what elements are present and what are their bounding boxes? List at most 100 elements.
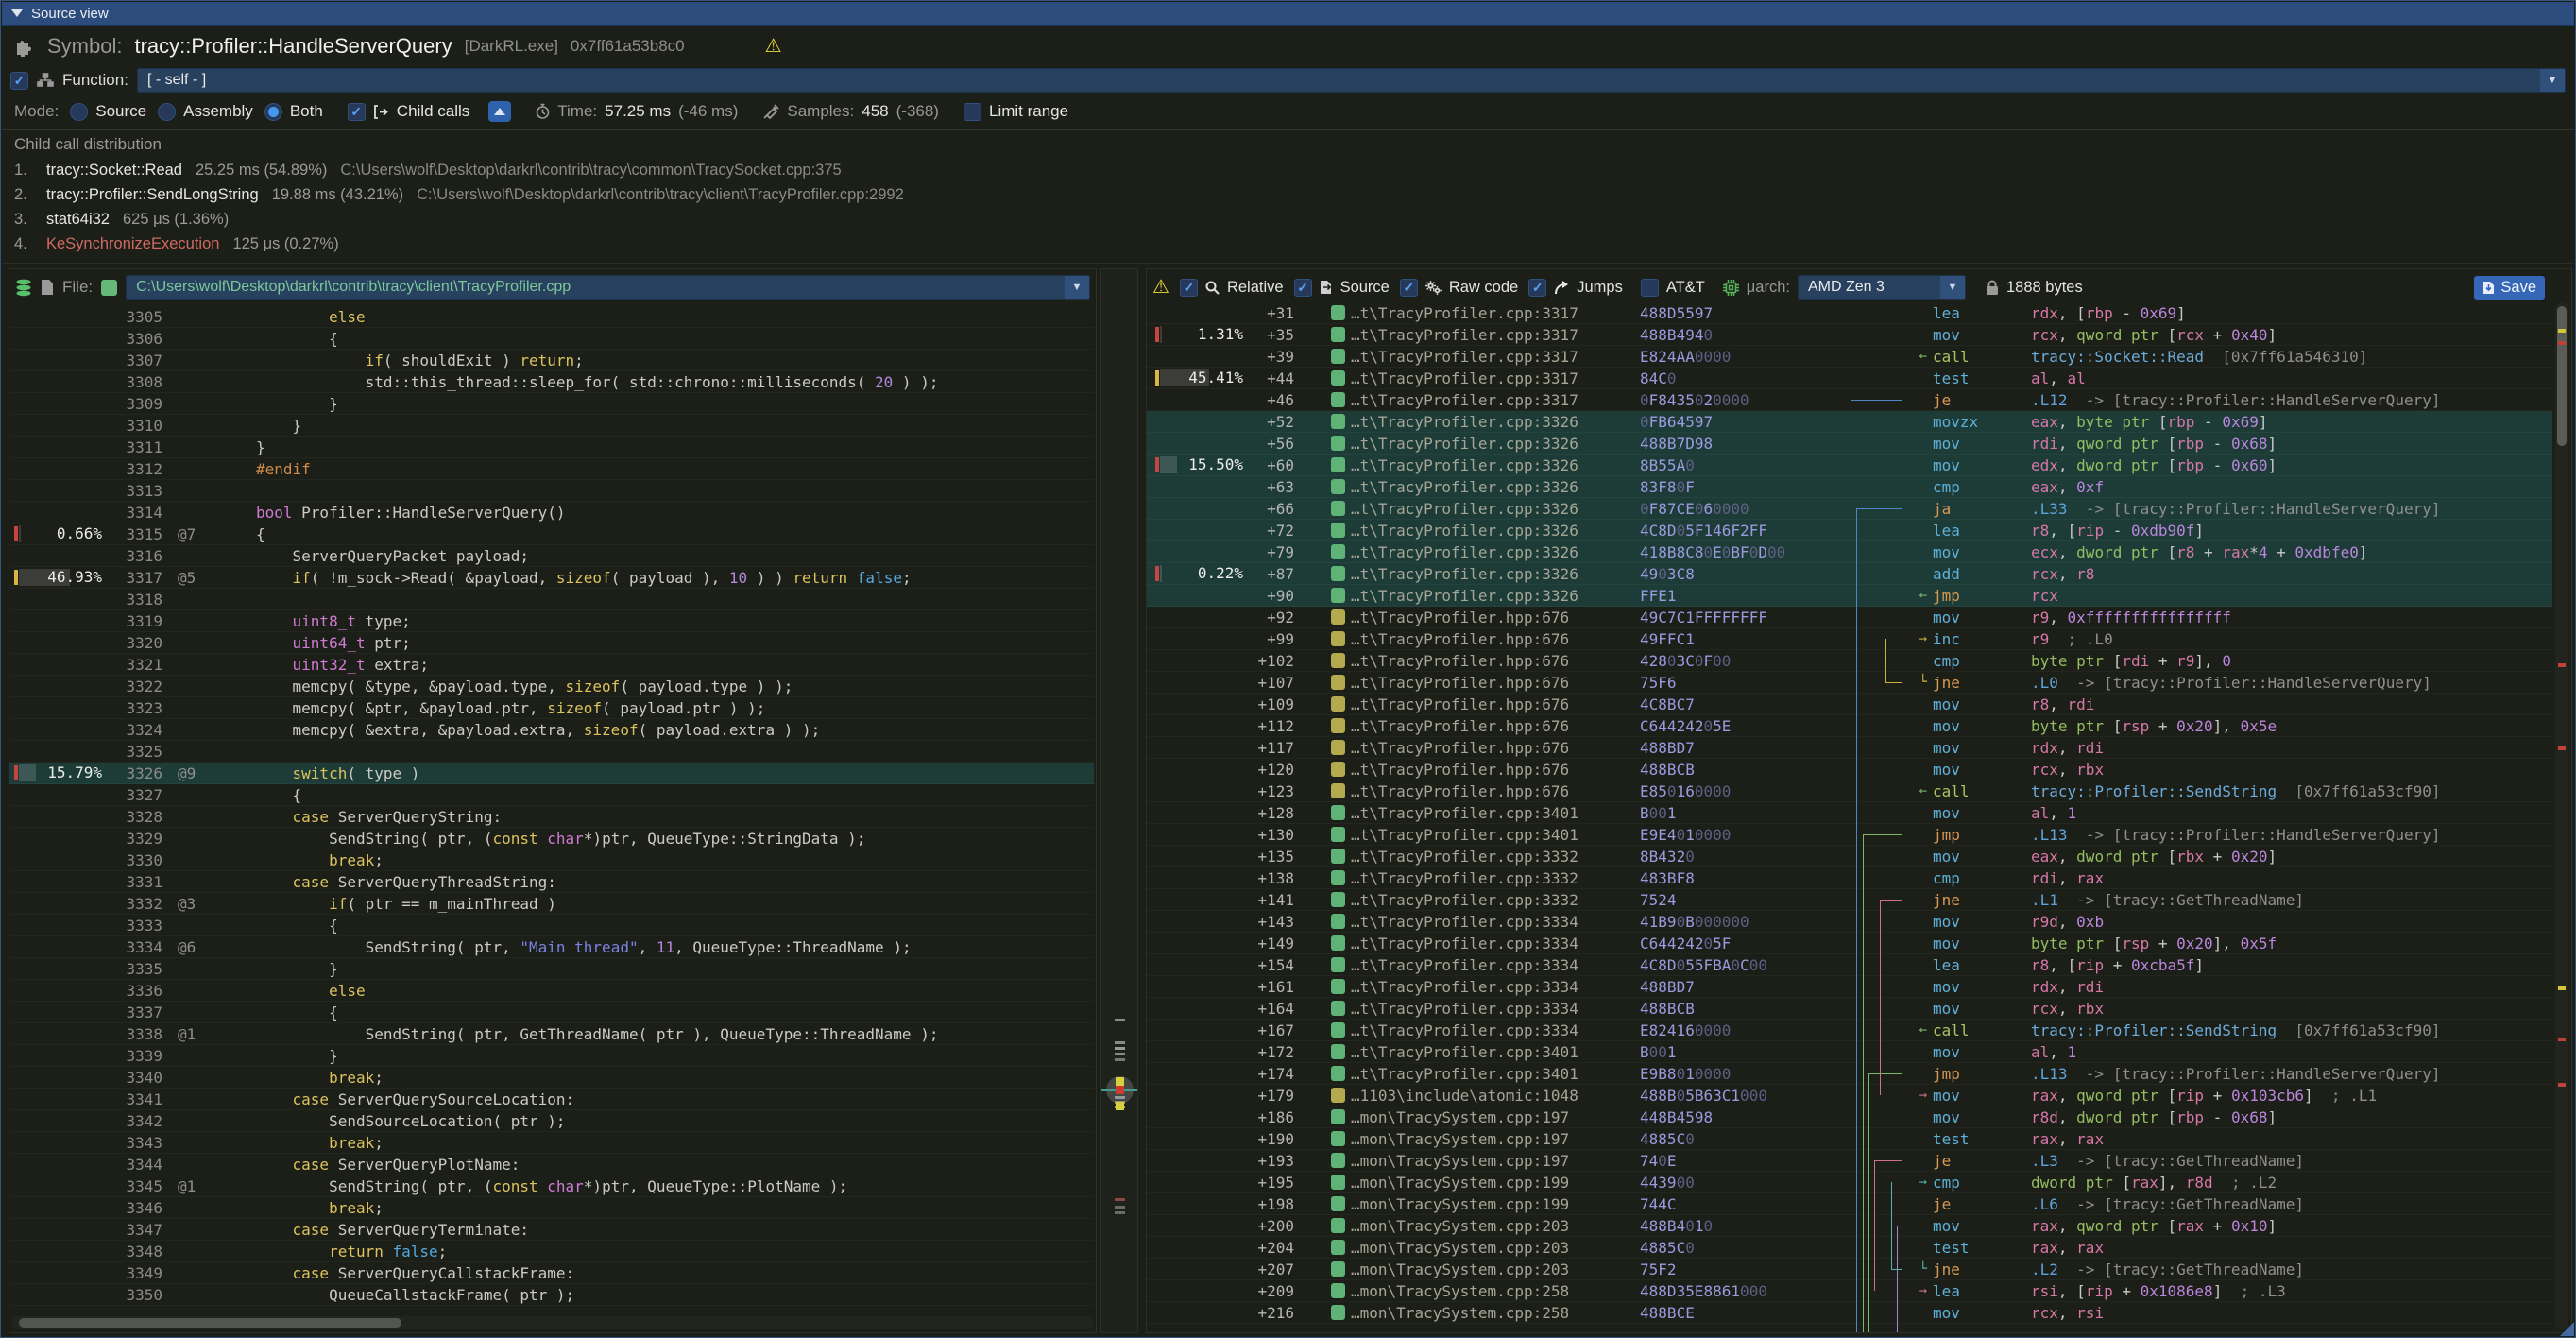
source-line[interactable]: 3345@1 SendString( ptr, (const char*)ptr… [9, 1175, 1094, 1197]
source-line[interactable]: 3323 memcpy( &ptr, &payload.ptr, sizeof(… [9, 697, 1094, 719]
asm-row[interactable]: +66…t\TracyProfiler.cpp:33260F87CE060000… [1147, 498, 2552, 520]
checkbox-icon[interactable]: ✓ [1400, 279, 1418, 297]
function-select[interactable]: [ - self - ] ▼ [137, 68, 2566, 93]
chevron-down-icon[interactable]: ▼ [2540, 69, 2565, 92]
source-line[interactable]: 3316 ServerQueryPacket payload; [9, 545, 1094, 567]
asm-row[interactable]: 45.41%+44…t\TracyProfiler.cpp:331784C0te… [1147, 368, 2552, 389]
scrollbar-thumb[interactable] [2557, 306, 2567, 446]
asm-row[interactable]: +167…t\TracyProfiler.cpp:3334E824160000←… [1147, 1020, 2552, 1041]
asm-row[interactable]: +102…t\TracyProfiler.hpp:67642803C0F00cm… [1147, 650, 2552, 672]
asm-row[interactable]: +109…t\TracyProfiler.hpp:6764C8BC7movr8,… [1147, 694, 2552, 715]
function-checkbox[interactable]: ✓ [10, 72, 28, 90]
asm-row[interactable]: +204…mon\TracySystem.cpp:2034885C0testra… [1147, 1237, 2552, 1259]
save-button[interactable]: Save [2474, 276, 2545, 300]
asm-row[interactable]: +72…t\TracyProfiler.cpp:33264C8D05F146F2… [1147, 520, 2552, 541]
raw-code-checkbox[interactable]: ✓ Raw code [1400, 279, 1518, 297]
asm-row[interactable]: +209…mon\TracySystem.cpp:258488D35E88610… [1147, 1280, 2552, 1302]
source-line[interactable]: 3334@6 SendString( ptr, "Main thread", 1… [9, 936, 1094, 958]
source-line[interactable]: 3314bool Profiler::HandleServerQuery() [9, 502, 1094, 523]
source-line[interactable]: 3312#endif [9, 458, 1094, 480]
source-line[interactable]: 3322 memcpy( &type, &payload.type, sizeo… [9, 676, 1094, 697]
asm-row[interactable]: +161…t\TracyProfiler.cpp:3334488BD7movrd… [1147, 976, 2552, 998]
source-line[interactable]: 3309 } [9, 393, 1094, 415]
asm-row[interactable]: +63…t\TracyProfiler.cpp:332683F80Fcmpeax… [1147, 476, 2552, 498]
source-line[interactable]: 3310 } [9, 415, 1094, 437]
source-line[interactable]: 3333 { [9, 915, 1094, 936]
asm-row[interactable]: +193…mon\TracySystem.cpp:197740Eje.L3 ->… [1147, 1150, 2552, 1172]
asm-row[interactable]: 0.22%+87…t\TracyProfiler.cpp:33264903C8a… [1147, 563, 2552, 585]
source-line[interactable]: 3307 if( shouldExit ) return; [9, 350, 1094, 371]
horizontal-scrollbar[interactable] [11, 1316, 1094, 1329]
asm-row[interactable]: +141…t\TracyProfiler.cpp:33327524jne.L1 … [1147, 889, 2552, 911]
source-line[interactable]: 3342 SendSourceLocation( ptr ); [9, 1110, 1094, 1132]
source-line[interactable]: 3321 uint32_t extra; [9, 654, 1094, 676]
asm-row[interactable]: +46…t\TracyProfiler.cpp:33170F8435020000… [1147, 389, 2552, 411]
resize-grip[interactable] [2560, 1322, 2574, 1336]
asm-row[interactable]: +123…t\TracyProfiler.hpp:676E850160000←c… [1147, 780, 2552, 802]
asm-row[interactable]: +207…mon\TracySystem.cpp:20375F2└jne.L2 … [1147, 1259, 2552, 1280]
source-line[interactable]: 46.93%3317@5 if( !m_sock->Read( &payload… [9, 567, 1094, 589]
limit-range-checkbox[interactable]: ✓ Limit range [964, 102, 1068, 121]
asm-row[interactable]: +79…t\TracyProfiler.cpp:3326418B8C80E0BF… [1147, 541, 2552, 563]
asm-row[interactable]: +117…t\TracyProfiler.hpp:676488BD7movrdx… [1147, 737, 2552, 759]
chevron-down-icon[interactable]: ▼ [1940, 276, 1965, 299]
source-line[interactable]: 3336 else [9, 980, 1094, 1002]
checkbox-icon[interactable]: ✓ [1180, 279, 1198, 297]
scrollbar-thumb[interactable] [19, 1318, 401, 1328]
source-line[interactable]: 3330 break; [9, 849, 1094, 871]
source-line[interactable]: 3329 SendString( ptr, (const char*)ptr, … [9, 828, 1094, 849]
asm-row[interactable]: +135…t\TracyProfiler.cpp:33328B4320movea… [1147, 846, 2552, 867]
checkbox-icon[interactable]: ✓ [1641, 279, 1659, 297]
asm-row[interactable]: +174…t\TracyProfiler.cpp:3401E9B8010000j… [1147, 1063, 2552, 1085]
asm-row[interactable]: 1.31%+35…t\TracyProfiler.cpp:3317488B494… [1147, 324, 2552, 346]
source-line[interactable]: 3348 return false; [9, 1241, 1094, 1262]
source-line[interactable]: 3313 [9, 480, 1094, 502]
asm-row[interactable]: +52…t\TracyProfiler.cpp:33260FB64597movz… [1147, 411, 2552, 433]
mode-radio-assembly[interactable]: Assembly [158, 102, 253, 121]
asm-row[interactable]: +31…t\TracyProfiler.cpp:3317488D5597lear… [1147, 302, 2552, 324]
asm-row[interactable]: +143…t\TracyProfiler.cpp:333441B90B00000… [1147, 911, 2552, 933]
source-line[interactable]: 3319 uint8_t type; [9, 610, 1094, 632]
source-line[interactable]: 3320 uint64_t ptr; [9, 632, 1094, 654]
att-checkbox[interactable]: ✓ AT&T [1641, 279, 1705, 297]
file-select[interactable]: C:\Users\wolf\Desktop\darkrl\contrib\tra… [126, 275, 1090, 300]
asm-row[interactable]: +112…t\TracyProfiler.hpp:676C64424205Emo… [1147, 715, 2552, 737]
titlebar[interactable]: Source view [2, 2, 2574, 26]
asm-row[interactable]: +172…t\TracyProfiler.cpp:3401B001moval, … [1147, 1041, 2552, 1063]
asm-row[interactable]: +90…t\TracyProfiler.cpp:3326FFE1←jmprcx [1147, 585, 2552, 607]
asm-row[interactable]: +216…mon\TracySystem.cpp:258488BCEmovrcx… [1147, 1302, 2552, 1324]
chevron-down-icon[interactable]: ▼ [1065, 276, 1089, 299]
source-line[interactable]: 3335 } [9, 958, 1094, 980]
asm-row[interactable]: +149…t\TracyProfiler.cpp:3334C64424205Fm… [1147, 933, 2552, 954]
asm-row[interactable]: +92…t\TracyProfiler.hpp:67649C7C1FFFFFFF… [1147, 607, 2552, 628]
vertical-scrollbar[interactable] [2555, 302, 2568, 1329]
source-line[interactable]: 3349 case ServerQueryCallstackFrame: [9, 1262, 1094, 1284]
source-line[interactable]: 3308 std::this_thread::sleep_for( std::c… [9, 371, 1094, 393]
source-line[interactable]: 3325 [9, 741, 1094, 763]
source-line[interactable]: 3328 case ServerQueryString: [9, 806, 1094, 828]
uarch-select[interactable]: AMD Zen 3 ▼ [1798, 275, 1966, 300]
checkbox-icon[interactable]: ✓ [1528, 279, 1546, 297]
child-calls-collapse-button[interactable] [488, 101, 511, 122]
asm-row[interactable]: +39…t\TracyProfiler.cpp:3317E824AA0000←c… [1147, 346, 2552, 368]
source-line[interactable]: 3340 break; [9, 1067, 1094, 1089]
relative-checkbox[interactable]: ✓ Relative [1180, 279, 1284, 297]
asm-row[interactable]: +190…mon\TracySystem.cpp:1974885C0testra… [1147, 1128, 2552, 1150]
source-line[interactable]: 3311} [9, 437, 1094, 458]
asm-row[interactable]: +198…mon\TracySystem.cpp:199744Cje.L6 ->… [1147, 1193, 2552, 1215]
source-line[interactable]: 0.66%3315@7{ [9, 523, 1094, 545]
checkbox-icon[interactable]: ✓ [348, 103, 366, 121]
source-line[interactable]: 3318 [9, 589, 1094, 610]
source-line[interactable]: 3327 { [9, 784, 1094, 806]
asm-row[interactable]: +120…t\TracyProfiler.hpp:676488BCBmovrcx… [1147, 759, 2552, 780]
source-checkbox[interactable]: ✓ Source [1294, 279, 1390, 297]
mode-radio-both[interactable]: Both [264, 102, 323, 121]
radio-icon[interactable] [70, 103, 88, 121]
source-line[interactable]: 3305 else [9, 306, 1094, 328]
checkbox-icon[interactable]: ✓ [964, 103, 981, 121]
source-line[interactable]: 3350 QueueCallstackFrame( ptr ); [9, 1284, 1094, 1306]
source-line[interactable]: 3337 { [9, 1002, 1094, 1023]
source-line[interactable]: 3306 { [9, 328, 1094, 350]
source-line[interactable]: 3339 } [9, 1045, 1094, 1067]
child-call-row[interactable]: 4.KeSynchronizeExecution125 μs (0.27%) [14, 232, 2566, 256]
